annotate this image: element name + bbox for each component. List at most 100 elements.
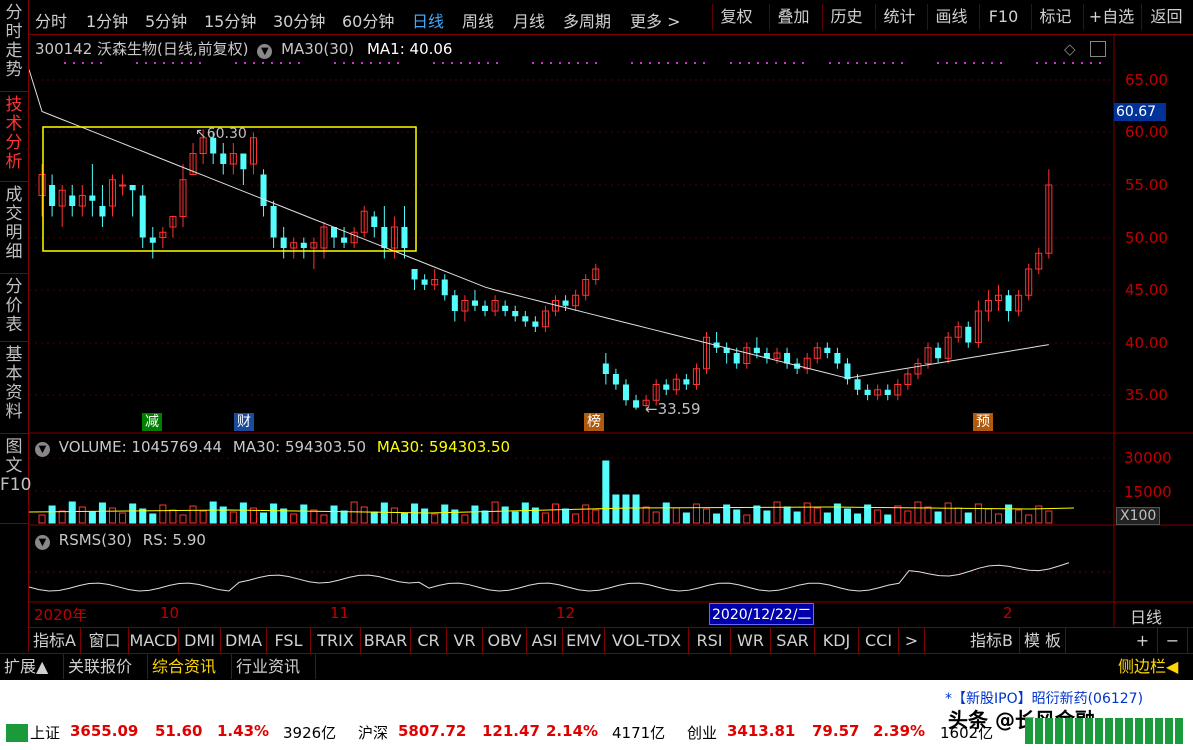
period-daily[interactable]: 日线 [412, 8, 444, 32]
ticker-change: 51.60 [155, 722, 203, 740]
ticker-pct: 1.43% [217, 722, 270, 740]
candle-body [270, 206, 277, 238]
marker-dot [640, 62, 642, 64]
rsms-line [29, 562, 1070, 592]
candle-body [824, 347, 831, 353]
volume-bar [813, 507, 821, 524]
indicator-tab-17[interactable]: KDJ [815, 628, 859, 654]
tab-technical-analysis[interactable]: 技术分析 [0, 92, 28, 182]
candle-body [260, 174, 267, 206]
marker-dot [154, 62, 156, 64]
volume-bar [78, 506, 86, 524]
period-monthly[interactable]: 月线 [513, 8, 545, 32]
side-bar-toggle[interactable]: 侧边栏◀ [1114, 654, 1193, 679]
indicator-tab-16[interactable]: SAR [771, 628, 815, 654]
event-marker-reduce[interactable]: 减 [142, 413, 162, 431]
volume-bar [854, 513, 862, 524]
chevron-down-icon[interactable]: ▼ [257, 44, 273, 59]
marker-dot [253, 62, 255, 64]
draw-line-button[interactable]: 画线 [927, 4, 975, 30]
event-marker-forecast[interactable]: 预 [973, 413, 993, 431]
event-marker-list[interactable]: 榜 [584, 413, 604, 431]
indicator-tab-11[interactable]: ASI [527, 628, 563, 654]
add-favorite-button[interactable]: +自选 [1083, 4, 1139, 30]
period-timeshare[interactable]: 分时 [35, 8, 67, 32]
indicator-tab-3[interactable]: DMI [179, 628, 221, 654]
marker-dot [163, 62, 165, 64]
event-marker-finance[interactable]: 财 [234, 413, 254, 431]
marker-dot [532, 62, 534, 64]
indicator-tab-15[interactable]: WR [731, 628, 771, 654]
period-more[interactable]: 更多 > [630, 8, 681, 32]
indicator-tab-2[interactable]: MACD [129, 628, 179, 654]
volume-bar [350, 501, 358, 524]
period-weekly[interactable]: 周线 [462, 8, 494, 32]
indicator-tab-8[interactable]: CR [411, 628, 447, 654]
period-60min[interactable]: 60分钟 [342, 8, 394, 32]
candle-body [733, 353, 740, 364]
indicator-tab-20[interactable]: 指标B [964, 628, 1020, 654]
indicator-tab-19[interactable]: > [899, 628, 925, 654]
ticker-name[interactable]: 创业 [687, 722, 717, 743]
indicator-tab-13[interactable]: VOL-TDX [605, 628, 689, 654]
marker-dot [460, 62, 462, 64]
candle-body [421, 279, 428, 285]
indicator-tab-10[interactable]: OBV [483, 628, 527, 654]
indicator-tab-5[interactable]: FSL [267, 628, 311, 654]
volume-panel-title: ▼ VOLUME: 1045769.44 MA30: 594303.50 MA3… [35, 438, 510, 457]
cursor-date: 2020/12/22/二 [709, 603, 815, 625]
tab-price-table[interactable]: 分价表 [0, 274, 28, 342]
tab-timeshare[interactable]: 分时走势 [0, 0, 28, 92]
indicator-tab-0[interactable]: 指标A [29, 628, 81, 654]
period-1min[interactable]: 1分钟 [86, 8, 128, 32]
indicator-tab-21[interactable]: 模 板 [1020, 628, 1066, 654]
volume-bar [843, 508, 851, 524]
ticker-name[interactable]: 上证 [30, 722, 60, 743]
indicator-tab-9[interactable]: VR [447, 628, 483, 654]
industry-news-tab[interactable]: 行业资讯 [232, 654, 316, 679]
maximize-icon[interactable] [1090, 41, 1106, 57]
current-price-tag: 60.67 [1114, 103, 1166, 121]
chevron-down-icon[interactable]: ▼ [35, 535, 50, 550]
indicator-tab-12[interactable]: EMV [563, 628, 605, 654]
period-multi[interactable]: 多周期 [563, 8, 611, 32]
volume-bar [984, 508, 992, 524]
adjust-button[interactable]: 复权 [712, 4, 760, 30]
marker-dot [550, 62, 552, 64]
indicator-tab-22[interactable]: + [1128, 628, 1158, 654]
volume-bar [602, 460, 610, 524]
indicator-tab-6[interactable]: TRIX [311, 628, 361, 654]
mark-button[interactable]: 标记 [1031, 4, 1079, 30]
chevron-down-icon[interactable]: ▼ [35, 442, 50, 457]
period-15min[interactable]: 15分钟 [204, 8, 256, 32]
expand-button[interactable]: 扩展▲ [0, 654, 64, 679]
tab-f10[interactable]: 图文F10 [0, 434, 31, 524]
candle-body [602, 363, 609, 374]
volume-bar [260, 512, 268, 524]
tab-trade-detail[interactable]: 成交明细 [0, 182, 28, 274]
statistics-button[interactable]: 统计 [875, 4, 923, 30]
marker-dot [1081, 62, 1083, 64]
ticker-name[interactable]: 沪深 [358, 722, 388, 743]
indicator-tab-4[interactable]: DMA [221, 628, 267, 654]
period-30min[interactable]: 30分钟 [273, 8, 325, 32]
volume-bar [48, 505, 56, 524]
indicator-tab-18[interactable]: CCI [859, 628, 899, 654]
indicator-tab-14[interactable]: RSI [689, 628, 731, 654]
related-quotes-tab[interactable]: 关联报价 [64, 654, 148, 679]
tab-basic-info[interactable]: 基本资料 [0, 342, 28, 434]
marker-dot [397, 62, 399, 64]
indicator-tab-1[interactable]: 窗口 [81, 628, 129, 654]
indicator-tab-7[interactable]: BRAR [361, 628, 411, 654]
candle-body [522, 316, 529, 322]
back-button[interactable]: 返回 [1141, 4, 1191, 30]
marker-dot [82, 62, 84, 64]
period-5min[interactable]: 5分钟 [145, 8, 187, 32]
history-button[interactable]: 历史 [822, 4, 870, 30]
diamond-icon[interactable]: ◇ [1064, 40, 1076, 58]
f10-button[interactable]: F10 [979, 4, 1027, 30]
overlay-button[interactable]: 叠加 [769, 4, 817, 30]
comprehensive-news-tab[interactable]: 综合资讯 [148, 654, 232, 679]
indicator-tab-23[interactable]: − [1158, 628, 1188, 654]
volume-bar [894, 505, 902, 524]
